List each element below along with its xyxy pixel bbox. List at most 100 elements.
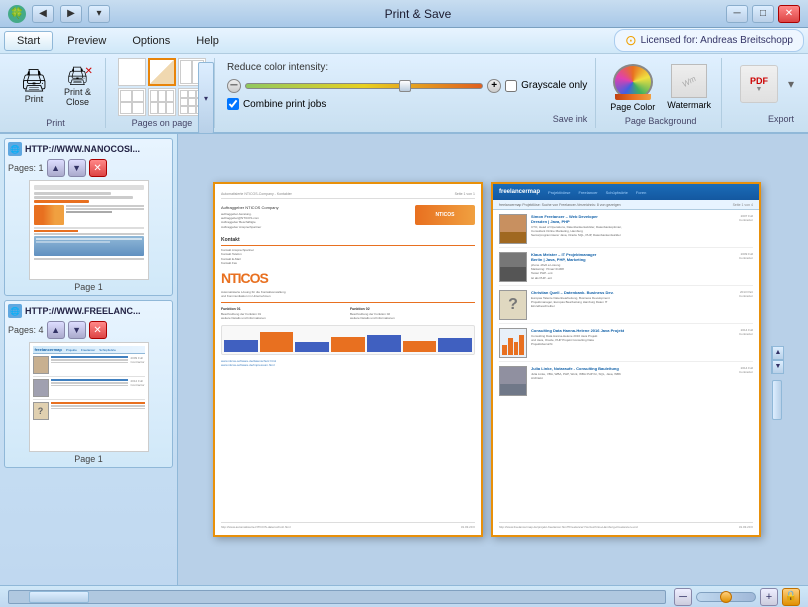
- print-group: 🖨 Print 🖨✕ Print &Close Print: [6, 58, 106, 128]
- left-preview-page: Automatisierte NTICOS-Company - Kontakte…: [213, 182, 483, 537]
- save-ink-label: Save ink: [553, 114, 588, 124]
- page-color-button[interactable]: Page Color: [608, 62, 657, 114]
- right-page-header-right: Seite 1 von 4: [733, 203, 753, 207]
- url-icon-1: 🌐: [8, 142, 22, 156]
- window-controls: ─ □ ✕: [726, 5, 800, 23]
- url-icon-2: 🌐: [8, 304, 22, 318]
- pages-count-2: Pages: 4: [8, 325, 44, 335]
- watermark-button[interactable]: Wm Watermark: [665, 62, 713, 114]
- nav-down-btn-2[interactable]: ▼: [68, 321, 86, 339]
- scroll-thumb-h[interactable]: [29, 591, 89, 603]
- page-background-label: Page Background: [625, 116, 697, 126]
- pages-count-1: Pages: 1: [8, 163, 44, 173]
- forward-btn[interactable]: ▶: [60, 5, 82, 23]
- zoom-dot: [720, 591, 732, 603]
- delete-btn-2[interactable]: ✕: [89, 321, 107, 339]
- url-header-2: 🌐 HTTP://WWW.FREELANC...: [8, 304, 169, 318]
- bottom-bar: ─ + 🔒: [0, 585, 808, 607]
- minimize-btn[interactable]: ─: [726, 5, 748, 23]
- print-close-label: Print &Close: [64, 87, 91, 107]
- url-header-1: 🌐 HTTP://WWW.NANOCOSI...: [8, 142, 169, 156]
- title-bar: 🍀 ◀ ▶ ▾ Print & Save ─ □ ✕: [0, 0, 808, 28]
- watermark-icon: Wm: [671, 64, 707, 98]
- scroll-down-btn[interactable]: ▼: [772, 360, 784, 374]
- reduce-color-row: Reduce color intensity:: [227, 62, 587, 73]
- export-group: PDF ▼ ▾ Export: [726, 58, 802, 128]
- url-text-2: HTTP://WWW.FREELANC...: [25, 306, 169, 316]
- page-layout-4[interactable]: [118, 88, 146, 116]
- print-close-icon: 🖨✕: [66, 67, 89, 85]
- lock-icon: 🔒: [785, 591, 797, 602]
- grayscale-label: Grayscale only: [505, 80, 587, 92]
- zoom-out-btn[interactable]: ─: [674, 588, 692, 606]
- app-icon: 🍀: [8, 5, 26, 23]
- page-bg-buttons: Page Color Wm Watermark: [608, 62, 713, 114]
- nav-up-btn-1[interactable]: ▲: [47, 159, 65, 177]
- print-button[interactable]: 🖨 Print: [14, 67, 54, 107]
- url-controls-2: Pages: 4 ▲ ▼ ✕: [8, 321, 169, 339]
- color-slider-thumb[interactable]: [399, 80, 411, 92]
- print-label: Print: [25, 94, 44, 104]
- slider-plus-btn[interactable]: +: [487, 79, 501, 93]
- left-panel: 🌐 HTTP://WWW.NANOCOSI... Pages: 1 ▲ ▼ ✕: [0, 134, 178, 585]
- print-close-button[interactable]: 🖨✕ Print &Close: [58, 64, 97, 110]
- preview-scrollbar-vertical: ▲ ▼: [771, 346, 783, 374]
- right-preview-page: freelancermap Projektbörse Freelancer Sc…: [491, 182, 761, 537]
- nav-up-btn-2[interactable]: ▲: [47, 321, 65, 339]
- scroll-up-btn[interactable]: ▲: [772, 346, 784, 360]
- pages-on-page-label: Pages on page: [132, 118, 193, 128]
- page-label-2: Page 1: [8, 454, 169, 464]
- horizontal-scrollbar[interactable]: [8, 590, 666, 604]
- zoom-lock-btn[interactable]: 🔒: [782, 588, 800, 606]
- slider-minus-btn[interactable]: ─: [227, 79, 241, 93]
- menu-start[interactable]: Start: [4, 31, 53, 51]
- watermark-label: Watermark: [667, 100, 711, 110]
- menu-bar: Start Preview Options Help ⊙ Licensed fo…: [0, 28, 808, 54]
- url-item-1: 🌐 HTTP://WWW.NANOCOSI... Pages: 1 ▲ ▼ ✕: [4, 138, 173, 296]
- pdf-icon: PDF ▼: [740, 65, 778, 103]
- url-controls-1: Pages: 1 ▲ ▼ ✕: [8, 159, 169, 177]
- preview-area: Automatisierte NTICOS-Company - Kontakte…: [178, 134, 808, 585]
- thumb-1: [29, 180, 149, 280]
- zoom-controls: ─ + 🔒: [674, 588, 800, 606]
- menu-preview[interactable]: Preview: [55, 32, 118, 50]
- menu-options[interactable]: Options: [120, 32, 182, 50]
- export-dropdown-btn[interactable]: ▾: [788, 77, 794, 91]
- color-slider-container: ─ + Grayscale only: [227, 77, 587, 94]
- grayscale-checkbox[interactable]: [505, 80, 517, 92]
- close-btn[interactable]: ✕: [778, 5, 800, 23]
- back-btn[interactable]: ◀: [32, 5, 54, 23]
- page-layout-1[interactable]: [118, 58, 146, 86]
- scroll-thumb-v[interactable]: [772, 380, 782, 420]
- save-ink-group: Reduce color intensity: ─ + Grayscale on…: [219, 58, 596, 128]
- zoom-in-btn[interactable]: +: [760, 588, 778, 606]
- page-background-group: Page Color Wm Watermark Page Background: [600, 58, 722, 128]
- nav-down-btn-1[interactable]: ▼: [68, 159, 86, 177]
- preview-pages-container: Automatisierte NTICOS-Company - Kontakte…: [203, 172, 771, 547]
- delete-btn-1[interactable]: ✕: [89, 159, 107, 177]
- dropdown-arrow-icon: ▾: [204, 94, 208, 103]
- zoom-indicator: [696, 592, 756, 602]
- pages-on-page-group: Pages on page ▾: [110, 58, 215, 128]
- page-layout-5[interactable]: [148, 88, 176, 116]
- right-page-header-left: freelancermap Projektlöse: Suche von Fre…: [499, 203, 621, 207]
- pages-dropdown-btn[interactable]: ▾: [198, 62, 214, 134]
- url-text-1: HTTP://WWW.NANOCOSI...: [25, 144, 169, 154]
- pdf-text: PDF: [750, 76, 768, 86]
- quick-access-btn[interactable]: ▾: [88, 5, 110, 23]
- page-color-icon: [613, 64, 653, 100]
- reduce-color-label: Reduce color intensity:: [227, 62, 328, 73]
- pdf-subtext: ▼: [756, 86, 763, 93]
- pdf-export-button[interactable]: PDF ▼: [734, 62, 784, 106]
- thumb-2: freelancermap Projekte Freelancer Schüpf…: [29, 342, 149, 452]
- menu-help[interactable]: Help: [184, 32, 231, 50]
- maximize-btn[interactable]: □: [752, 5, 774, 23]
- pages-grid: [118, 58, 206, 116]
- main-area: 🌐 HTTP://WWW.NANOCOSI... Pages: 1 ▲ ▼ ✕: [0, 134, 808, 585]
- page-label-1: Page 1: [8, 282, 169, 292]
- color-slider-track[interactable]: [245, 83, 483, 89]
- page-layout-2[interactable]: [148, 58, 176, 86]
- print-group-label: Print: [46, 118, 65, 128]
- combine-checkbox[interactable]: [227, 98, 239, 110]
- license-badge: ⊙ Licensed for: Andreas Breitschopp: [614, 29, 804, 52]
